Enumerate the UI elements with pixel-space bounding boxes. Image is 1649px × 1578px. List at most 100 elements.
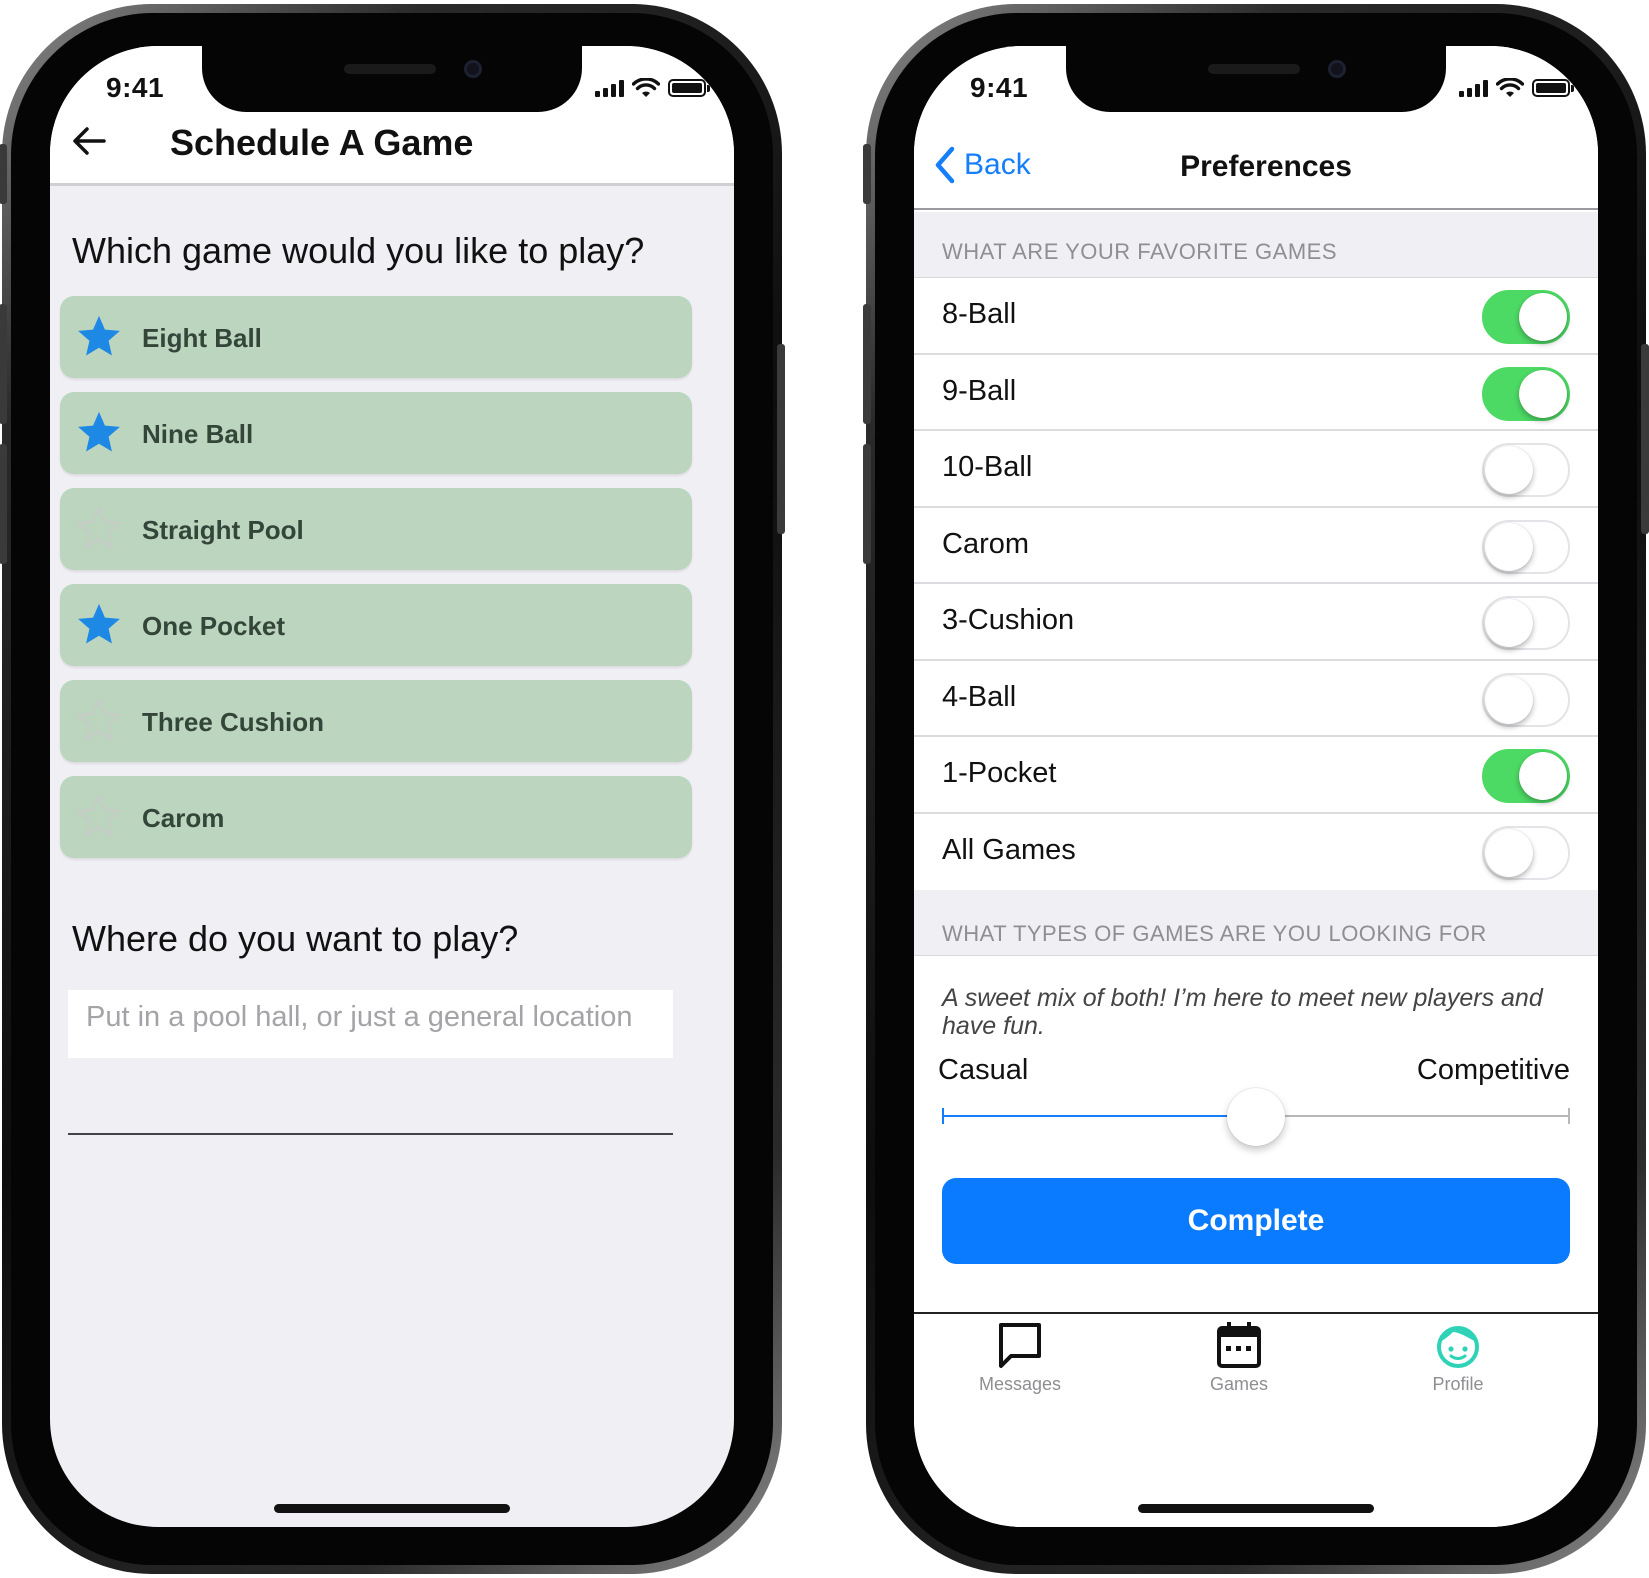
slider-fill	[942, 1115, 1256, 1117]
status-time: 9:41	[106, 72, 165, 103]
game-item-carom[interactable]: Carom	[60, 776, 692, 858]
toggle-switch[interactable]	[1482, 825, 1570, 880]
phone-volume-up-button	[0, 304, 7, 424]
phone-volume-up-button	[863, 304, 871, 424]
game-question: Which game would you like to play?	[72, 230, 645, 271]
tab-games[interactable]: Games	[1169, 1320, 1309, 1395]
game-label: One Pocket	[142, 611, 286, 641]
game-item-nine-ball[interactable]: Nine Ball	[60, 392, 692, 474]
pref-label: Carom	[942, 527, 1030, 560]
toggle-switch[interactable]	[1482, 596, 1570, 650]
camera	[464, 60, 482, 78]
location-input[interactable]	[68, 990, 673, 1058]
pref-row-10-ball: 10-Ball	[914, 431, 1598, 508]
toggle-knob	[1485, 828, 1533, 877]
section-header-favorites: WHAT ARE YOUR FAVORITE GAMES	[914, 212, 1598, 278]
phone-side-button	[0, 144, 7, 204]
tab-profile[interactable]: Profile	[1388, 1320, 1528, 1395]
game-label: Three Cushion	[142, 707, 325, 737]
pref-row-all-games: All Games	[914, 814, 1598, 891]
game-item-three-cushion[interactable]: Three Cushion	[60, 680, 692, 762]
pref-row-3-cushion: 3-Cushion	[914, 584, 1598, 661]
tab-messages[interactable]: Messages	[950, 1320, 1090, 1395]
toggle-switch[interactable]	[1482, 290, 1570, 344]
battery-icon	[1532, 79, 1574, 97]
camera	[1328, 60, 1346, 78]
slider-max-label: Competitive	[1416, 1054, 1570, 1086]
phone-schedule-game: 9:41 Schedule A Game Which game would yo…	[0, 4, 785, 1574]
pref-label: 8-Ball	[942, 298, 1017, 330]
toggle-knob	[1485, 446, 1533, 494]
toggle-knob	[1519, 752, 1567, 800]
chat-bubble-icon	[999, 1323, 1041, 1368]
game-label: Eight Ball	[142, 323, 262, 353]
phone-bezel: 9:41 Schedule A Game Which game would yo…	[11, 13, 773, 1565]
location-question: Where do you want to play?	[72, 918, 519, 959]
section-header-game-types: WHAT TYPES OF GAMES ARE YOU LOOKING FOR	[914, 890, 1598, 956]
tab-bar: Messages Games Profile	[914, 1312, 1598, 1527]
toggle-switch[interactable]	[1482, 366, 1570, 421]
pref-label: 3-Cushion	[942, 604, 1075, 636]
game-list: Eight Ball Nine Ball Straight Pool One P…	[60, 296, 692, 872]
toggle-knob	[1485, 599, 1533, 647]
pref-label: 1-Pocket	[942, 757, 1057, 789]
casual-competitive-slider[interactable]	[942, 1088, 1570, 1146]
pref-label: 4-Ball	[942, 680, 1017, 713]
slider-max-cap	[1568, 1108, 1570, 1124]
star-outline-icon[interactable]	[76, 697, 122, 743]
pref-label: All Games	[942, 833, 1076, 866]
slider-thumb[interactable]	[1227, 1088, 1285, 1146]
toggle-knob	[1519, 369, 1567, 418]
screen-preferences: 9:41 Back Preferences WHAT ARE YOUR FAVO…	[914, 46, 1598, 1527]
toggle-switch[interactable]	[1482, 672, 1570, 727]
page-title: Preferences	[1180, 150, 1352, 183]
pref-label: 9-Ball	[942, 374, 1017, 407]
phone-volume-down-button	[0, 444, 7, 564]
home-indicator[interactable]	[1138, 1504, 1374, 1513]
screen-schedule-game: 9:41 Schedule A Game Which game would yo…	[50, 46, 734, 1527]
speaker	[344, 64, 436, 74]
face-icon	[1437, 1326, 1479, 1368]
star-outline-icon[interactable]	[76, 793, 122, 839]
game-item-one-pocket[interactable]: One Pocket	[60, 584, 692, 666]
slider-min-label: Casual	[938, 1054, 1029, 1086]
pref-row-9-ball: 9-Ball	[914, 355, 1598, 431]
wifi-icon	[1496, 78, 1524, 97]
battery-icon	[668, 79, 710, 97]
pref-row-4-ball: 4-Ball	[914, 661, 1598, 737]
home-indicator[interactable]	[274, 1504, 510, 1513]
status-time: 9:41	[970, 72, 1029, 103]
tab-label: Messages	[978, 1374, 1062, 1394]
star-icon[interactable]	[76, 313, 122, 359]
input-underline	[68, 1133, 673, 1135]
status-icons	[1459, 78, 1574, 98]
star-icon[interactable]	[76, 409, 122, 455]
tab-label: Profile	[1432, 1374, 1484, 1394]
phone-power-button	[777, 344, 785, 534]
game-label: Carom	[142, 803, 225, 833]
toggle-switch[interactable]	[1482, 519, 1570, 574]
toggle-switch[interactable]	[1482, 749, 1570, 803]
game-type-description: A sweet mix of both! I’m here to meet ne…	[942, 984, 1543, 1040]
game-item-straight-pool[interactable]: Straight Pool	[60, 488, 692, 570]
complete-button[interactable]: Complete	[942, 1178, 1570, 1264]
preferences-list: 8-Ball 9-Ball 10-Ball Carom 3-Cushion 4-…	[914, 278, 1598, 890]
pref-row-carom: Carom	[914, 508, 1598, 584]
game-label: Nine Ball	[142, 419, 254, 449]
star-outline-icon[interactable]	[76, 505, 122, 551]
game-item-eight-ball[interactable]: Eight Ball	[60, 296, 692, 378]
page-title: Schedule A Game	[170, 122, 474, 163]
toggle-knob	[1519, 293, 1567, 341]
toggle-switch[interactable]	[1482, 443, 1570, 497]
phone-side-button	[863, 144, 871, 204]
phone-volume-down-button	[863, 444, 871, 564]
star-icon[interactable]	[76, 601, 122, 647]
arrow-left-icon[interactable]	[72, 126, 106, 156]
calendar-icon	[1217, 1322, 1261, 1368]
wifi-icon	[632, 78, 660, 97]
pref-row-1-pocket: 1-Pocket	[914, 737, 1598, 814]
game-label: Straight Pool	[142, 515, 304, 545]
notch	[202, 46, 582, 112]
phone-power-button	[1641, 344, 1649, 534]
phone-bezel: 9:41 Back Preferences WHAT ARE YOUR FAVO…	[875, 13, 1637, 1565]
